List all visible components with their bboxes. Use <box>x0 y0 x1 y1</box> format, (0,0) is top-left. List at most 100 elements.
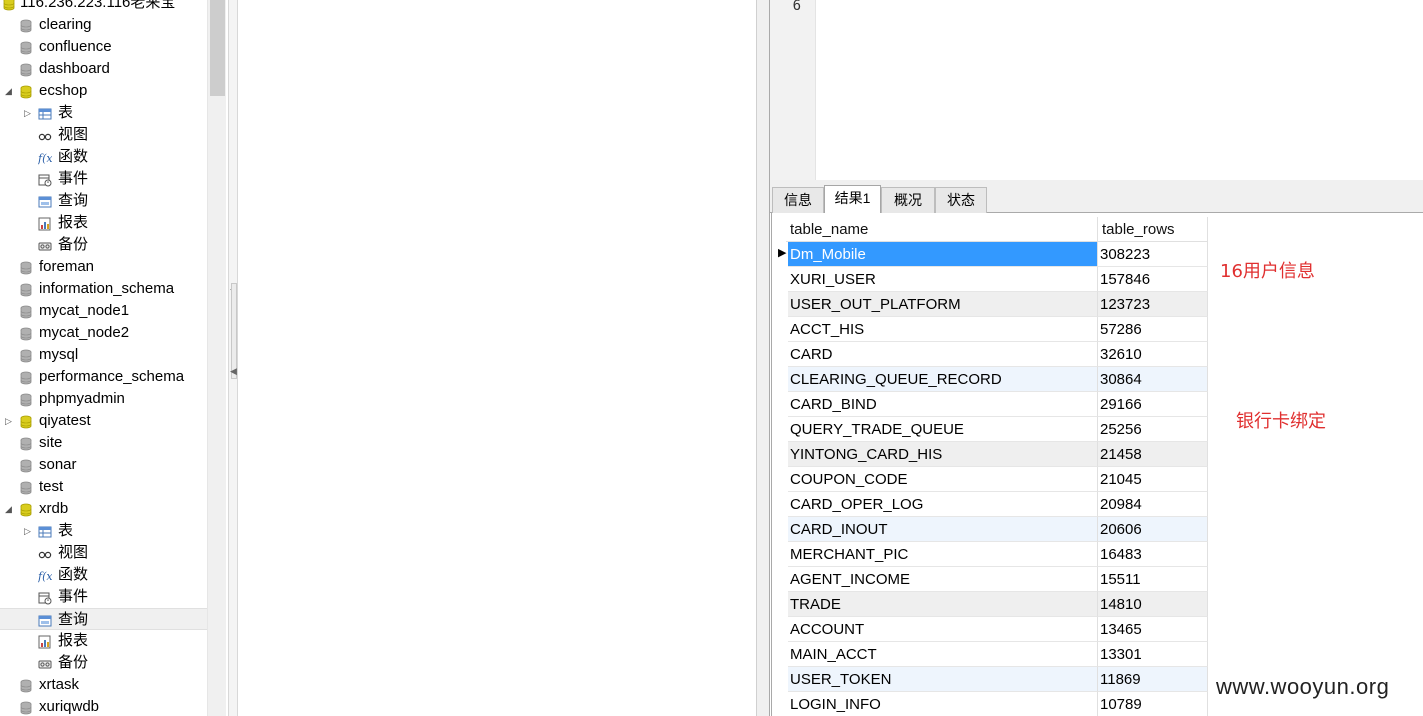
cell-table-name[interactable]: CARD <box>788 342 1098 367</box>
db-node-performance-schema[interactable]: performance_schema <box>0 366 207 388</box>
db-node-information-schema[interactable]: information_schema <box>0 278 207 300</box>
database-tree[interactable]: 116.236.223.116老来宝 clearing confluence dash… <box>0 0 207 716</box>
db-node-xrtask[interactable]: xrtask <box>0 674 207 696</box>
table-row[interactable]: CARD 32610 <box>772 342 1208 367</box>
cell-table-name[interactable]: ACCOUNT <box>788 617 1098 642</box>
cell-table-name[interactable]: YINTONG_CARD_HIS <box>788 442 1098 467</box>
panel-splitter[interactable]: ◀ ◀ <box>228 0 238 716</box>
db-node-phpmyadmin[interactable]: phpmyadmin <box>0 388 207 410</box>
row-indicator[interactable] <box>772 342 788 367</box>
table-row[interactable]: USER_TOKEN 11869 <box>772 667 1208 692</box>
table-row[interactable]: ▶ Dm_Mobile 308223 <box>772 242 1208 267</box>
cell-table-rows[interactable]: 14810 <box>1098 592 1208 617</box>
cell-table-rows[interactable]: 20984 <box>1098 492 1208 517</box>
cell-table-rows[interactable]: 57286 <box>1098 317 1208 342</box>
tree-item-backups[interactable]: 备份 <box>0 652 207 674</box>
table-row[interactable]: CARD_BIND 29166 <box>772 392 1208 417</box>
table-row[interactable]: MERCHANT_PIC 16483 <box>772 542 1208 567</box>
tree-item-views[interactable]: 视图 <box>0 124 207 146</box>
row-indicator[interactable] <box>772 517 788 542</box>
cell-table-rows[interactable]: 20606 <box>1098 517 1208 542</box>
table-row[interactable]: LOGIN_INFO 10789 <box>772 692 1208 716</box>
cell-table-rows[interactable]: 123723 <box>1098 292 1208 317</box>
cell-table-rows[interactable]: 157846 <box>1098 267 1208 292</box>
db-node-dashboard[interactable]: dashboard <box>0 58 207 80</box>
tree-item-events[interactable]: 事件 <box>0 586 207 608</box>
cell-table-name[interactable]: MAIN_ACCT <box>788 642 1098 667</box>
expanded-arrow-icon[interactable]: ◢ <box>5 80 12 102</box>
cell-table-rows[interactable]: 21045 <box>1098 467 1208 492</box>
row-indicator[interactable] <box>772 567 788 592</box>
row-indicator[interactable] <box>772 492 788 517</box>
tree-item-tables[interactable]: ▷ 表 <box>0 520 207 542</box>
row-indicator[interactable] <box>772 292 788 317</box>
tree-scrollbar-thumb[interactable] <box>210 0 225 96</box>
splitter-grip[interactable] <box>231 283 237 379</box>
cell-table-name[interactable]: MERCHANT_PIC <box>788 542 1098 567</box>
query-editor[interactable]: 6 <box>770 0 1423 180</box>
table-row[interactable]: YINTONG_CARD_HIS 21458 <box>772 442 1208 467</box>
table-row[interactable]: MAIN_ACCT 13301 <box>772 642 1208 667</box>
db-node-ecshop[interactable]: ◢ ecshop <box>0 80 207 102</box>
cell-table-rows[interactable]: 21458 <box>1098 442 1208 467</box>
db-node-mysql[interactable]: mysql <box>0 344 207 366</box>
cell-table-rows[interactable]: 16483 <box>1098 542 1208 567</box>
cell-table-rows[interactable]: 15511 <box>1098 567 1208 592</box>
cell-table-name[interactable]: CARD_BIND <box>788 392 1098 417</box>
cell-table-name[interactable]: CLEARING_QUEUE_RECORD <box>788 367 1098 392</box>
row-indicator[interactable] <box>772 542 788 567</box>
row-indicator[interactable]: ▶ <box>772 242 788 267</box>
cell-table-name[interactable]: USER_TOKEN <box>788 667 1098 692</box>
tree-item-events[interactable]: 事件 <box>0 168 207 190</box>
row-indicator[interactable] <box>772 417 788 442</box>
cell-table-rows[interactable]: 30864 <box>1098 367 1208 392</box>
row-indicator[interactable] <box>772 442 788 467</box>
row-indicator[interactable] <box>772 642 788 667</box>
cell-table-name[interactable]: USER_OUT_PLATFORM <box>788 292 1098 317</box>
connection-node[interactable]: 116.236.223.116老来宝 <box>0 0 207 14</box>
cell-table-name[interactable]: CARD_INOUT <box>788 517 1098 542</box>
collapsed-arrow-icon[interactable]: ▷ <box>24 520 31 542</box>
tab-profile[interactable]: 概况 <box>881 187 935 213</box>
row-indicator[interactable] <box>772 467 788 492</box>
db-node-sonar[interactable]: sonar <box>0 454 207 476</box>
row-indicator[interactable] <box>772 692 788 716</box>
tree-item-reports[interactable]: 报表 <box>0 630 207 652</box>
row-indicator[interactable] <box>772 592 788 617</box>
db-node-qiyatest[interactable]: ▷ qiyatest <box>0 410 207 432</box>
db-node-mycat-node1[interactable]: mycat_node1 <box>0 300 207 322</box>
cell-table-name[interactable]: Dm_Mobile <box>788 242 1098 267</box>
table-row[interactable]: COUPON_CODE 21045 <box>772 467 1208 492</box>
cell-table-rows[interactable]: 308223 <box>1098 242 1208 267</box>
row-indicator[interactable] <box>772 317 788 342</box>
tree-item-queries[interactable]: 查询 <box>0 190 207 212</box>
cell-table-name[interactable]: COUPON_CODE <box>788 467 1098 492</box>
collapsed-arrow-icon[interactable]: ▷ <box>24 102 31 124</box>
cell-table-rows[interactable]: 29166 <box>1098 392 1208 417</box>
tab-status[interactable]: 状态 <box>935 187 987 213</box>
table-row[interactable]: XURI_USER 157846 <box>772 267 1208 292</box>
db-node-xrdb[interactable]: ◢ xrdb <box>0 498 207 520</box>
db-node-site[interactable]: site <box>0 432 207 454</box>
db-node-confluence[interactable]: confluence <box>0 36 207 58</box>
db-node-clearing[interactable]: clearing <box>0 14 207 36</box>
db-node-foreman[interactable]: foreman <box>0 256 207 278</box>
table-row[interactable]: CARD_INOUT 20606 <box>772 517 1208 542</box>
collapsed-arrow-icon[interactable]: ▷ <box>5 410 12 432</box>
cell-table-rows[interactable]: 11869 <box>1098 667 1208 692</box>
row-indicator[interactable] <box>772 392 788 417</box>
cell-table-rows[interactable]: 25256 <box>1098 417 1208 442</box>
cell-table-name[interactable]: TRADE <box>788 592 1098 617</box>
table-row[interactable]: ACCT_HIS 57286 <box>772 317 1208 342</box>
db-node-mycat-node2[interactable]: mycat_node2 <box>0 322 207 344</box>
db-node-xuriqwdb[interactable]: xuriqwdb <box>0 696 207 716</box>
table-row[interactable]: QUERY_TRADE_QUEUE 25256 <box>772 417 1208 442</box>
cell-table-name[interactable]: ACCT_HIS <box>788 317 1098 342</box>
table-row[interactable]: USER_OUT_PLATFORM 123723 <box>772 292 1208 317</box>
table-row[interactable]: TRADE 14810 <box>772 592 1208 617</box>
tree-item-tables[interactable]: ▷ 表 <box>0 102 207 124</box>
expanded-arrow-icon[interactable]: ◢ <box>5 498 12 520</box>
db-node-test[interactable]: test <box>0 476 207 498</box>
collapse-right-icon[interactable]: ◀ <box>230 366 237 377</box>
tree-item-views[interactable]: 视图 <box>0 542 207 564</box>
